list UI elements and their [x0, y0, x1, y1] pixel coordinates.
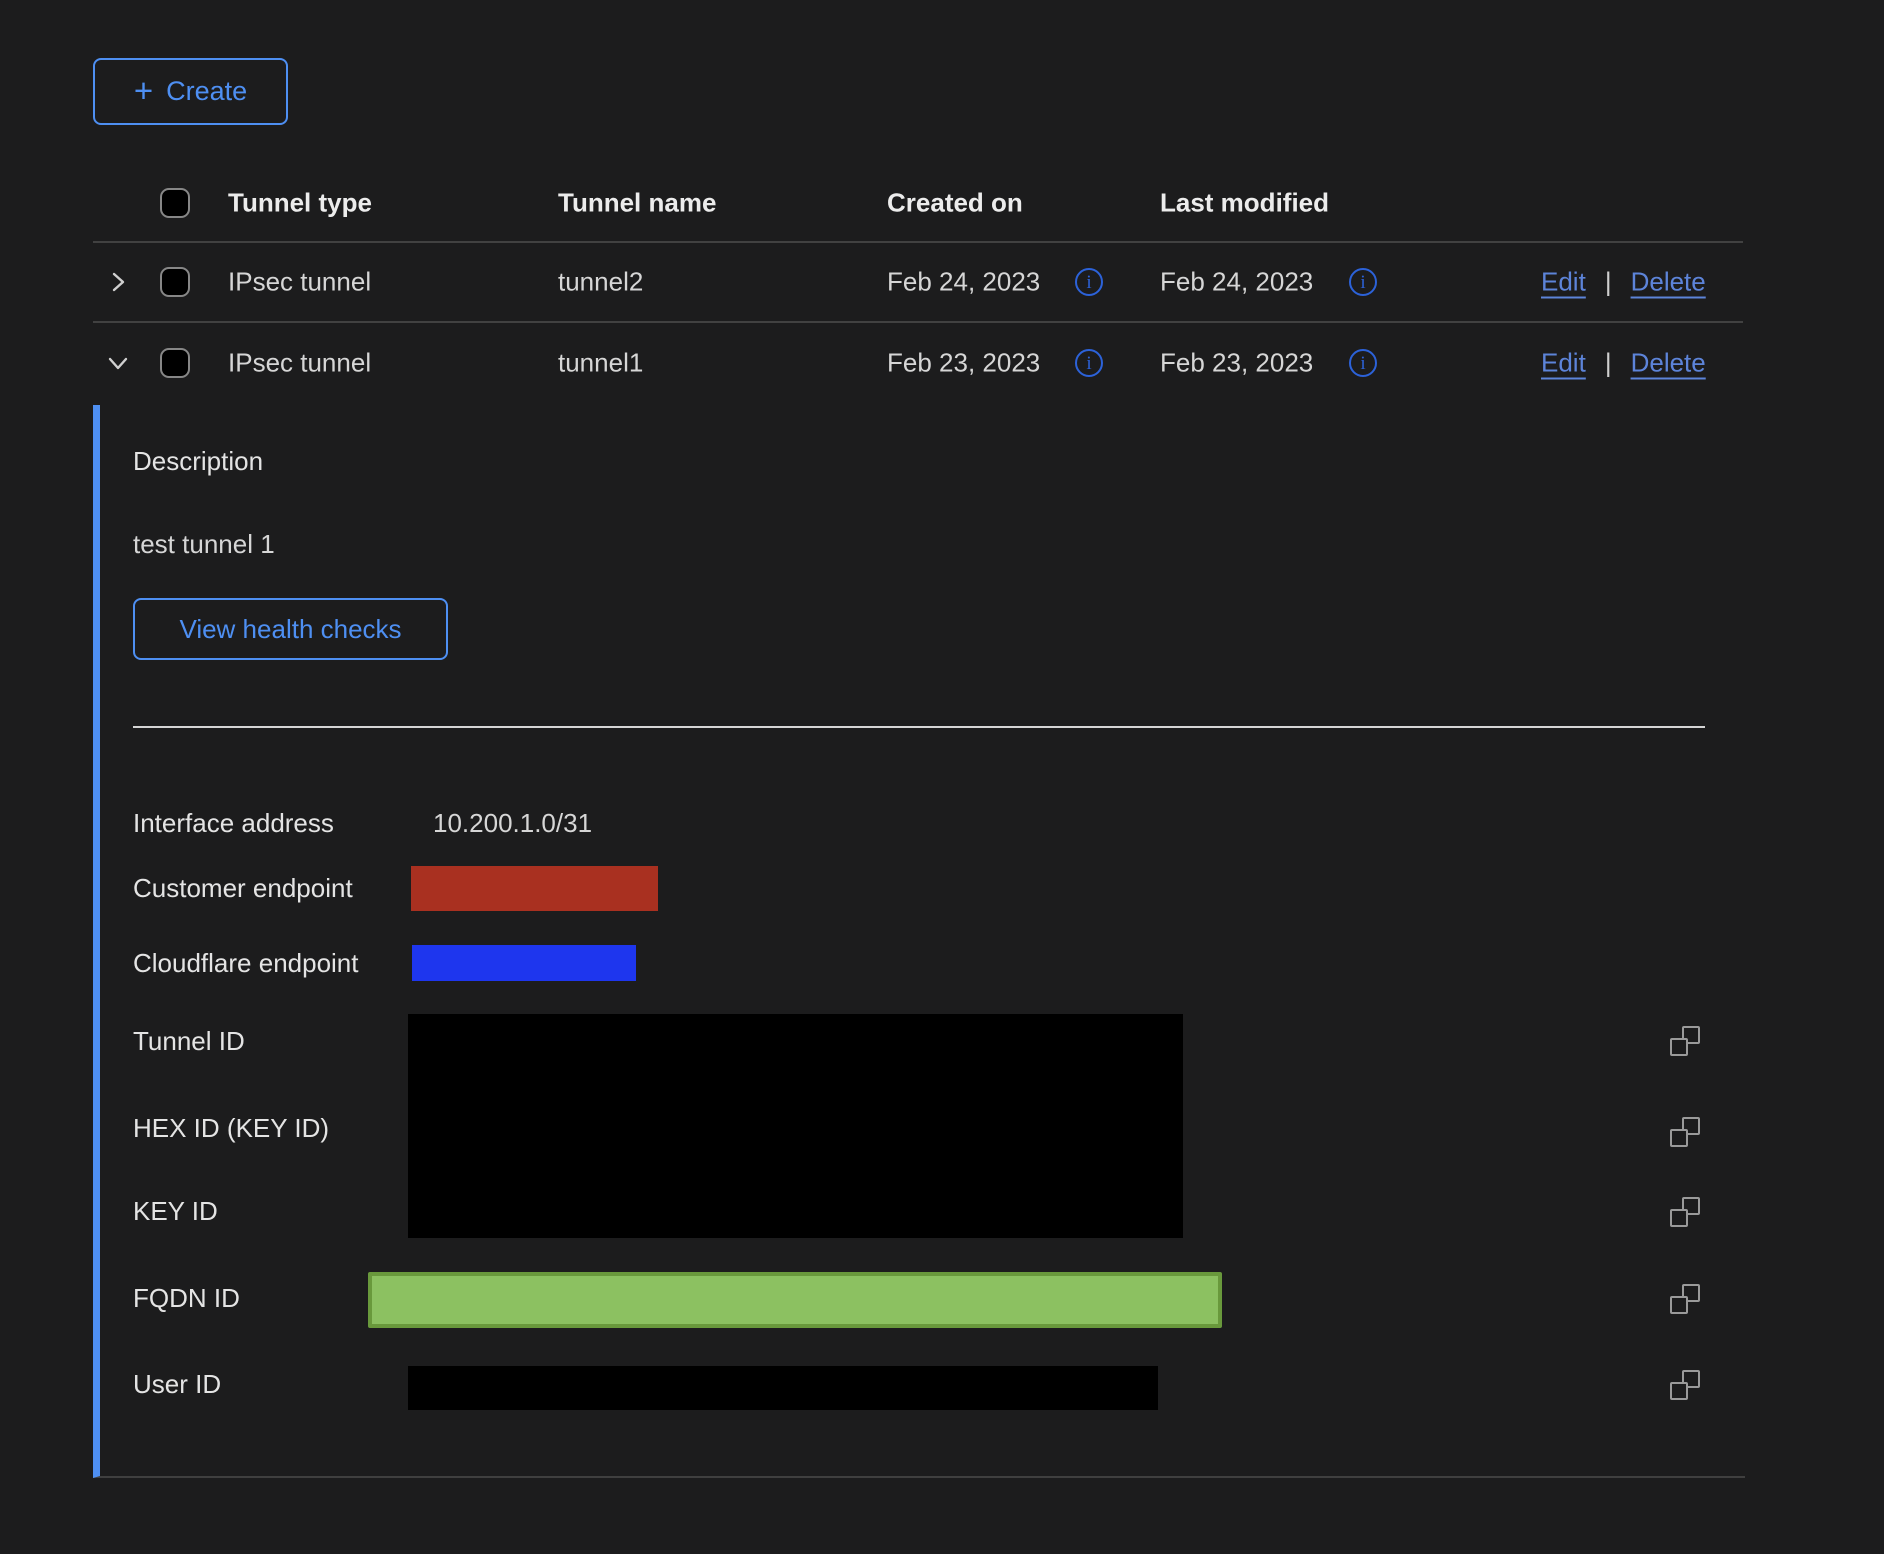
customer-endpoint-redacted-value [411, 866, 658, 911]
tunnel-type-cell: IPsec tunnel [228, 267, 371, 298]
chevron-right-icon[interactable] [103, 267, 133, 297]
column-header-tunnel-name: Tunnel name [558, 188, 716, 219]
edit-link[interactable]: Edit [1541, 348, 1586, 379]
info-icon[interactable]: i [1349, 349, 1377, 377]
tunnel-type-cell: IPsec tunnel [228, 348, 371, 379]
copy-icon[interactable] [1670, 1370, 1700, 1400]
section-divider [133, 726, 1705, 728]
copy-icon[interactable] [1670, 1197, 1700, 1227]
copy-icon[interactable] [1670, 1284, 1700, 1314]
delete-link[interactable]: Delete [1631, 267, 1706, 298]
create-button[interactable]: + Create [93, 58, 288, 125]
customer-endpoint-label: Customer endpoint [133, 873, 353, 903]
view-health-checks-button[interactable]: View health checks [133, 598, 448, 660]
delete-link[interactable]: Delete [1631, 348, 1706, 379]
info-icon[interactable]: i [1349, 268, 1377, 296]
column-header-tunnel-type: Tunnel type [228, 188, 372, 219]
description-label: Description [133, 446, 263, 476]
table-row-tunnel2: IPsec tunnel tunnel2 Feb 24, 2023 i Feb … [93, 243, 1743, 323]
copy-icon[interactable] [1670, 1026, 1700, 1056]
actions-separator: | [1605, 348, 1612, 379]
chevron-down-icon[interactable] [103, 348, 133, 378]
fqdn-id-label: FQDN ID [133, 1283, 240, 1313]
user-id-redacted-value [408, 1366, 1158, 1410]
fqdn-id-redacted-value [368, 1272, 1222, 1328]
table-header-row: Tunnel type Tunnel name Created on Last … [93, 165, 1743, 243]
ids-redacted-values [408, 1014, 1183, 1238]
cloudflare-endpoint-redacted-value [412, 945, 636, 981]
cloudflare-endpoint-label: Cloudflare endpoint [133, 948, 359, 978]
actions-separator: | [1605, 267, 1612, 298]
table-row-tunnel1: IPsec tunnel tunnel1 Feb 23, 2023 i Feb … [93, 323, 1743, 403]
row-checkbox[interactable] [160, 267, 190, 297]
tunnels-table: Tunnel type Tunnel name Created on Last … [93, 165, 1743, 403]
created-on-cell: Feb 24, 2023 [887, 267, 1040, 298]
tunnel-name-cell: tunnel2 [558, 267, 643, 298]
select-all-checkbox[interactable] [160, 188, 190, 218]
column-header-last-modified: Last modified [1160, 188, 1329, 219]
last-modified-cell: Feb 24, 2023 [1160, 267, 1313, 298]
interface-address-label: Interface address [133, 808, 334, 838]
column-header-created-on: Created on [887, 188, 1023, 219]
created-on-cell: Feb 23, 2023 [887, 348, 1040, 379]
tunnel-name-cell: tunnel1 [558, 348, 643, 379]
last-modified-cell: Feb 23, 2023 [1160, 348, 1313, 379]
interface-address-value: 10.200.1.0/31 [433, 808, 592, 838]
tunnel-detail-panel: Description test tunnel 1 View health ch… [93, 405, 1745, 1478]
create-button-label: Create [166, 76, 247, 107]
row-checkbox[interactable] [160, 348, 190, 378]
info-icon[interactable]: i [1075, 349, 1103, 377]
plus-icon: + [134, 74, 153, 107]
info-icon[interactable]: i [1075, 268, 1103, 296]
key-id-label: KEY ID [133, 1196, 218, 1226]
tunnel-id-label: Tunnel ID [133, 1026, 245, 1056]
tunnels-page: { "colors": { "background": "#1c1c1d", "… [0, 0, 1884, 1554]
hex-id-label: HEX ID (KEY ID) [133, 1113, 329, 1143]
copy-icon[interactable] [1670, 1117, 1700, 1147]
description-value: test tunnel 1 [133, 529, 275, 559]
user-id-label: User ID [133, 1369, 221, 1399]
edit-link[interactable]: Edit [1541, 267, 1586, 298]
